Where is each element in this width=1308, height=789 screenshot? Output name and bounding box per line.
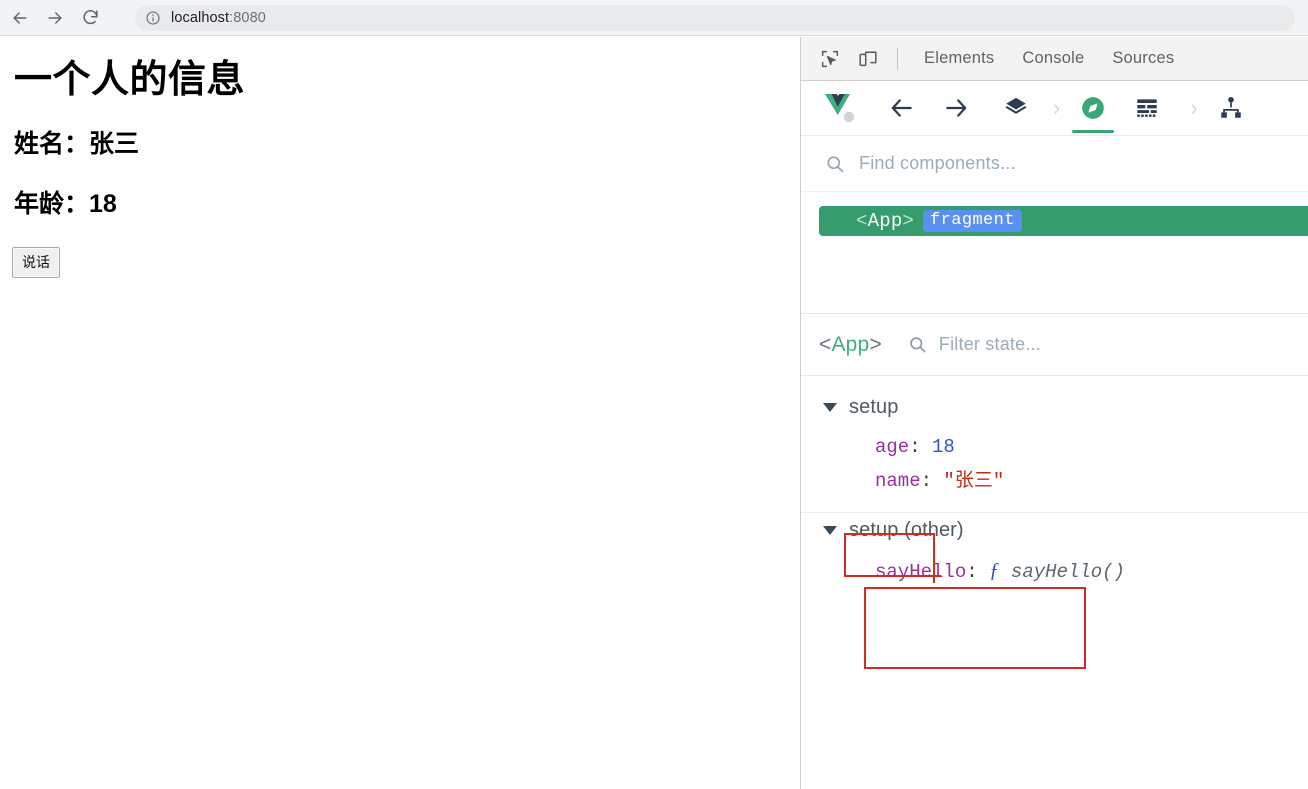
search-icon[interactable]: [908, 335, 927, 354]
screenshot-root: localhost:8080 一个人的信息 姓名：张三 年龄：18 说话 Ele…: [0, 0, 1308, 789]
bracket-open: <: [819, 332, 832, 356]
reload-icon: [82, 10, 98, 25]
vue-logo-icon: [823, 92, 859, 124]
page-viewport: 一个人的信息 姓名：张三 年龄：18 说话: [0, 37, 800, 789]
state-entries-setup: age: 18 name: "张三": [801, 424, 1308, 502]
function-marker-icon: ƒ: [989, 558, 1000, 582]
state-group-label: setup (other): [849, 518, 964, 541]
component-tree-row-app[interactable]: <App> fragment: [819, 206, 1308, 236]
state-key: sayHello: [875, 561, 967, 583]
components-layers-icon: [1005, 97, 1027, 114]
arrow-right-icon: [48, 11, 62, 24]
browser-reload-button[interactable]: [75, 3, 105, 33]
tab-elements[interactable]: Elements: [910, 49, 1008, 68]
filter-state-placeholder[interactable]: Filter state...: [939, 334, 1041, 355]
timeline-compass-icon: [1082, 97, 1105, 119]
state-value: "张三": [943, 470, 1005, 492]
state-colon: :: [966, 561, 990, 583]
vue-logo-glyph: [825, 94, 855, 123]
info-circle-icon[interactable]: [145, 10, 161, 26]
triangle-down-icon[interactable]: [823, 402, 837, 412]
vue-forward-button[interactable]: [939, 86, 973, 130]
find-components-placeholder: Find components...: [859, 153, 1016, 173]
bracket-close: >: [902, 210, 915, 232]
devtools-tabbar: Elements Console Sources: [801, 37, 1308, 81]
address-bar-text: localhost:8080: [171, 10, 266, 26]
device-toolbar-icon: [859, 50, 877, 66]
inspector-header: <App> Filter state...: [801, 313, 1308, 375]
state-group-label: setup: [849, 395, 899, 418]
browser-back-button[interactable]: [5, 3, 35, 33]
tab-console[interactable]: Console: [1008, 49, 1098, 68]
state-entry-sayhello[interactable]: sayHello: ƒ sayHello(): [875, 553, 1308, 589]
arrow-left-icon: [891, 99, 912, 117]
state-inspector: setup age: 18 name: "张三" setup (other) s…: [801, 375, 1308, 593]
vue-tab-timeline[interactable]: [1072, 86, 1115, 133]
state-colon: :: [920, 470, 944, 492]
address-bar[interactable]: localhost:8080: [135, 5, 1295, 31]
arrow-right-icon: [946, 99, 967, 117]
inspect-element-icon: [821, 50, 839, 67]
state-entry-name[interactable]: name: "张三": [875, 464, 1308, 498]
vue-devtools-toolbar: › ›: [801, 81, 1308, 136]
toolbar-divider: [897, 47, 898, 70]
state-entries-setup-other: sayHello: ƒ sayHello(): [801, 547, 1308, 593]
chevron-right-icon: ›: [1053, 95, 1061, 120]
inspect-element-button[interactable]: [815, 44, 845, 74]
inspector-component-tag: <App>: [819, 333, 882, 357]
vue-tab-components[interactable]: [999, 86, 1033, 130]
state-group-setup-other: setup (other) sayHello: ƒ sayHello(): [801, 513, 1308, 593]
speak-button[interactable]: 说话: [12, 246, 60, 278]
list-rows-icon: [1137, 99, 1158, 117]
url-host: localhost: [171, 10, 230, 26]
url-port: :8080: [229, 10, 266, 26]
devtools-panel: Elements Console Sources › › Find compon…: [800, 37, 1308, 789]
browser-forward-button[interactable]: [40, 3, 70, 33]
find-components-field[interactable]: Find components...: [801, 136, 1308, 192]
page-title: 一个人的信息: [14, 59, 246, 101]
vue-back-button[interactable]: [885, 86, 919, 130]
inspector-component-name: App: [831, 332, 870, 356]
vue-tab-sitemap[interactable]: [1214, 86, 1248, 130]
state-value: sayHello(): [999, 561, 1125, 583]
red-highlight-rect-state: [864, 587, 1086, 669]
component-name: App: [867, 210, 903, 232]
state-group-header-setup[interactable]: setup: [801, 390, 1308, 424]
chevron-right-icon: ›: [1190, 95, 1198, 120]
state-value: 18: [932, 436, 955, 458]
bracket-close: >: [869, 332, 882, 356]
browser-toolbar: localhost:8080: [0, 0, 1308, 36]
state-key: name: [875, 470, 921, 492]
search-icon: [827, 155, 844, 172]
component-tree: <App> fragment: [801, 192, 1308, 313]
device-toolbar-button[interactable]: [853, 44, 883, 74]
state-entry-age[interactable]: age: 18: [875, 430, 1308, 464]
tab-sources[interactable]: Sources: [1098, 49, 1188, 68]
status-badge: fragment: [923, 210, 1022, 232]
state-key: age: [875, 436, 910, 458]
sitemap-icon: [1220, 96, 1241, 118]
vue-tab-rows[interactable]: [1130, 86, 1164, 130]
state-group-header-setup-other[interactable]: setup (other): [801, 513, 1308, 547]
arrow-left-icon: [13, 11, 27, 24]
state-group-setup: setup age: 18 name: "张三": [801, 390, 1308, 513]
person-name-line: 姓名：张三: [14, 129, 140, 158]
triangle-down-icon[interactable]: [823, 525, 837, 535]
person-age-line: 年龄：18: [14, 189, 117, 218]
state-colon: :: [909, 436, 933, 458]
component-tree-label: <App>: [856, 210, 914, 232]
bracket-open: <: [856, 210, 868, 232]
